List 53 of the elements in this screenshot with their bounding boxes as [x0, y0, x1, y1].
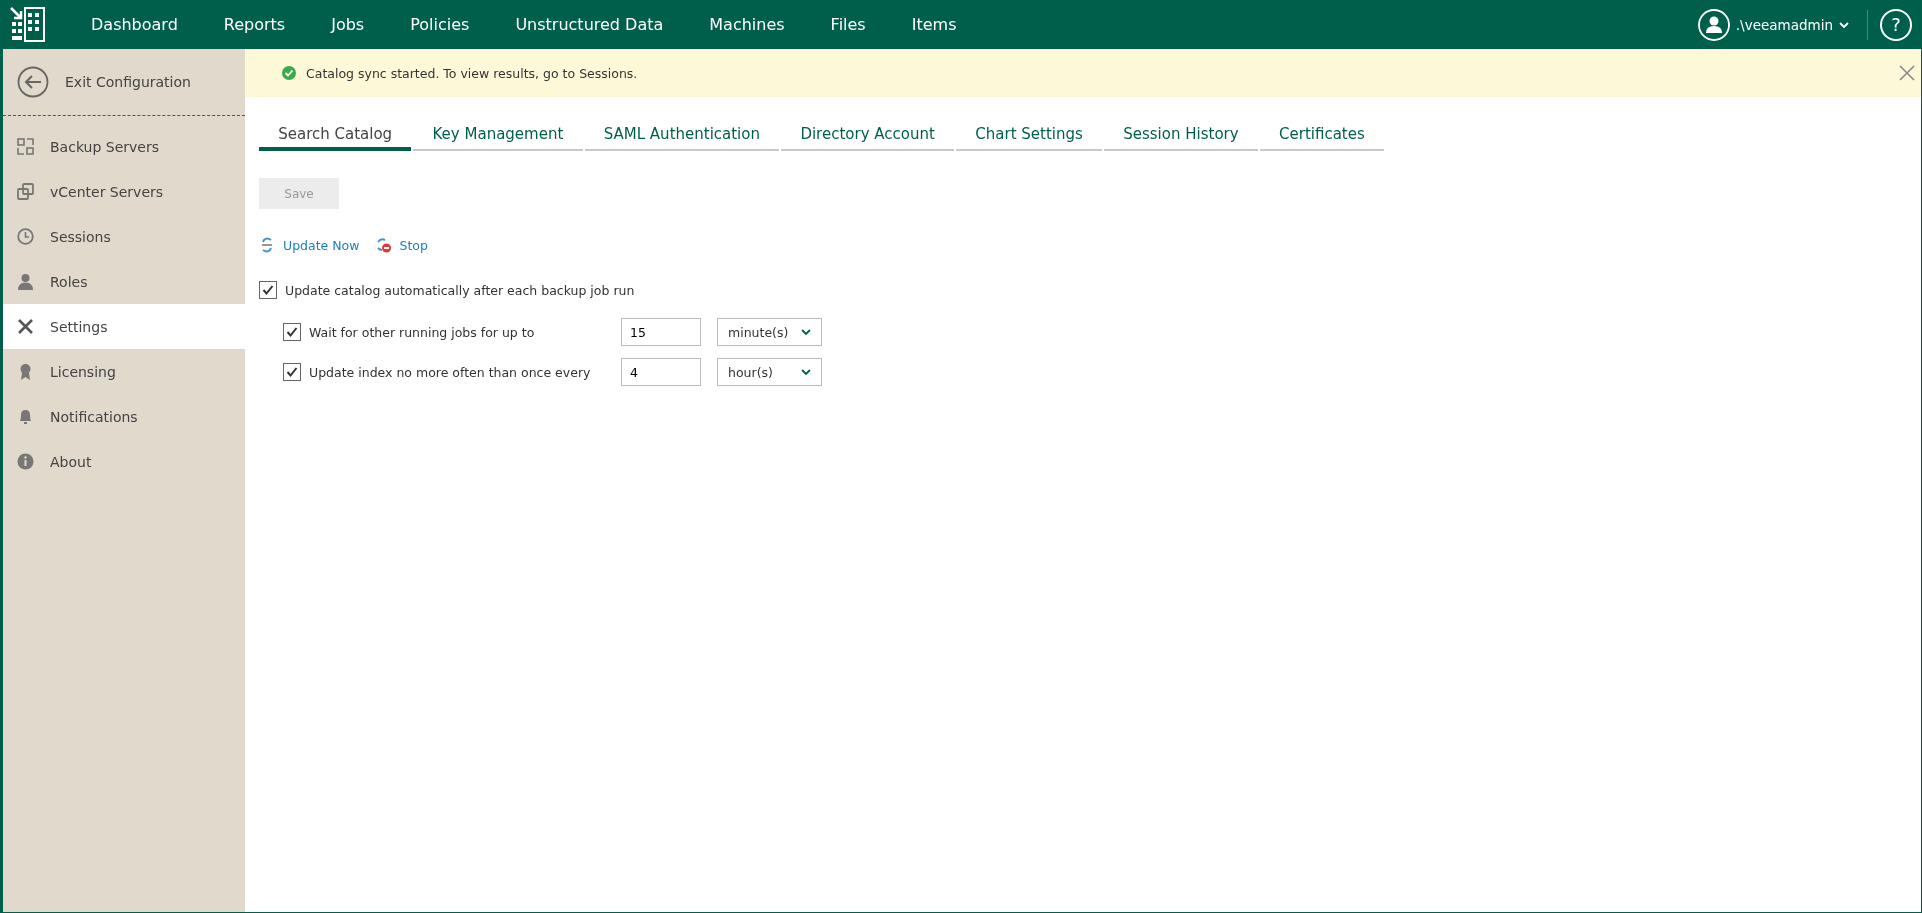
caret-icon[interactable]	[801, 368, 811, 376]
sidebar-item[interactable]: Settings	[0, 304, 246, 349]
sync-icon[interactable]	[259, 237, 275, 253]
tab[interactable]: Directory Account	[781, 121, 955, 151]
tab[interactable]: Certificates	[1259, 121, 1384, 151]
number-field[interactable]: 15	[621, 318, 701, 346]
tab[interactable]: Key Management	[413, 121, 583, 151]
logo-icon	[8, 4, 48, 45]
tab[interactable]: Session History	[1104, 121, 1258, 151]
sidebar-item[interactable]: vCenter Servers	[3, 169, 245, 214]
nav-link[interactable]: Dashboard	[68, 15, 201, 34]
help-button[interactable]: ?	[1880, 8, 1912, 41]
caret-icon[interactable]	[801, 328, 811, 336]
clock-icon	[17, 228, 34, 245]
banner-message: Catalog sync started. To view results, go to Sessions.	[306, 65, 638, 81]
sidebar-item[interactable]: Sessions	[3, 214, 245, 259]
sidebar-item[interactable]: About	[3, 439, 245, 484]
unit-dropdown[interactable]: minute(s)	[717, 318, 822, 346]
nav-link[interactable]: Items	[888, 15, 980, 34]
nav-link[interactable]: Files	[807, 15, 889, 34]
checkbox-label: Update catalog automatically after each backup job run	[285, 282, 635, 298]
sidebar-item[interactable]: Licensing	[3, 349, 245, 394]
checkbox[interactable]	[283, 363, 301, 381]
person-icon	[17, 273, 34, 290]
grid-icon	[17, 138, 34, 155]
action-link[interactable]: Update Now	[283, 237, 360, 253]
close-icon[interactable]	[1899, 65, 1915, 81]
checkbox[interactable]	[259, 281, 277, 299]
overlapping-squares-icon	[17, 183, 34, 200]
info-icon	[17, 453, 34, 470]
unit-dropdown[interactable]: hour(s)	[717, 358, 822, 386]
user-avatar-icon[interactable]	[1697, 8, 1730, 41]
tab[interactable]: SAML Authentication	[584, 121, 780, 151]
nav-link[interactable]: Machines	[686, 15, 808, 34]
nav-link[interactable]: Jobs	[308, 15, 388, 34]
sync-stop-icon[interactable]	[375, 237, 392, 253]
checkbox-label: Update index no more often than once every	[309, 364, 592, 380]
success-check-icon	[282, 66, 296, 80]
sidebar-item[interactable]: Backup Servers	[3, 124, 245, 169]
sidebar-item[interactable]: Roles	[3, 259, 245, 304]
nav-link[interactable]: Unstructured Data	[492, 15, 687, 34]
nav-link[interactable]: Policies	[387, 15, 493, 34]
exit-configuration-link[interactable]: Exit Configuration	[65, 74, 191, 90]
tab[interactable]: Chart Settings	[956, 121, 1103, 151]
nav-link[interactable]: Reports	[200, 15, 309, 34]
bell-icon	[17, 408, 34, 425]
sidebar-item[interactable]: Notifications	[3, 394, 245, 439]
number-field[interactable]: 4	[621, 358, 701, 386]
user-name[interactable]: .\veeamadmin	[1735, 16, 1833, 33]
checkbox-label: Wait for other running jobs for up to	[309, 324, 536, 340]
checkbox[interactable]	[283, 323, 301, 341]
tab[interactable]: Search Catalog	[259, 121, 412, 151]
action-link[interactable]: Stop	[399, 237, 428, 253]
